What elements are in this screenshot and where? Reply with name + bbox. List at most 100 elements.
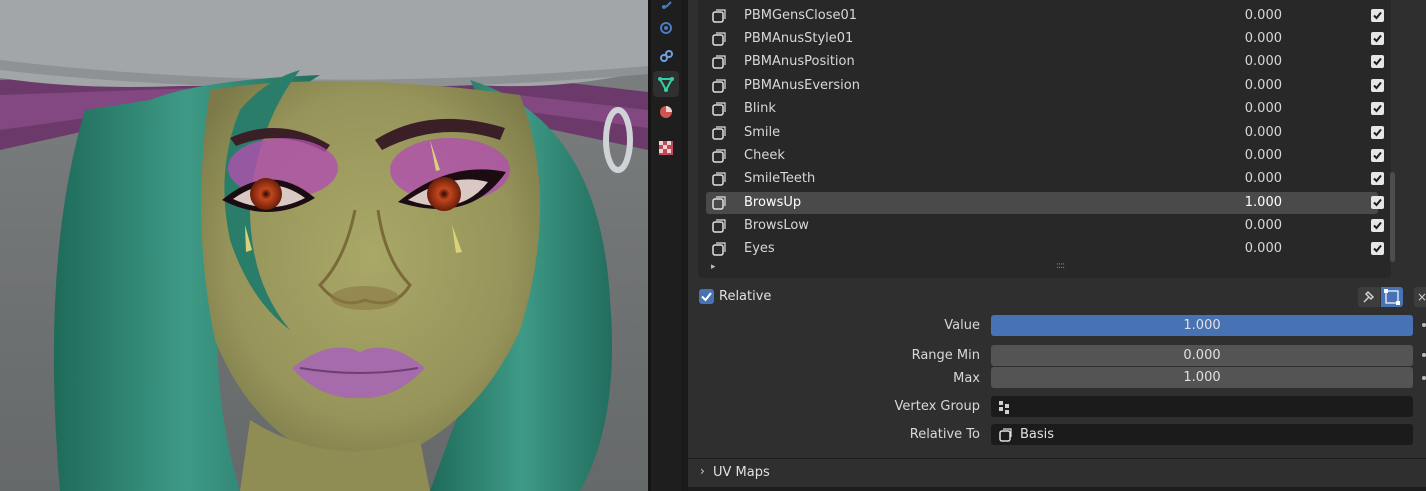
shape-key-mute-checkbox[interactable] <box>1371 219 1384 232</box>
uv-maps-label: UV Maps <box>713 465 770 480</box>
shape-key-value[interactable]: 1.000 <box>1206 195 1282 210</box>
shape-key-row[interactable]: BrowsLow 0.000 <box>706 215 1384 237</box>
shape-key-mute-checkbox[interactable] <box>1371 172 1384 185</box>
value-number: 1.000 <box>1183 318 1221 333</box>
shape-key-value[interactable]: 0.000 <box>1206 8 1282 23</box>
shape-keys-panel: PBMGensClose01 0.000 PBMAnusStyle01 0.000 PB… <box>688 0 1426 458</box>
value-slider[interactable]: 1.000 <box>991 315 1413 336</box>
shape-key-name[interactable]: Eyes <box>744 241 775 256</box>
shape-key-mute-checkbox[interactable] <box>1371 32 1384 45</box>
shape-key-row[interactable]: BrowsUp 1.000 <box>706 192 1384 214</box>
shape-key-value[interactable]: 0.000 <box>1206 241 1282 256</box>
shape-key-list[interactable]: PBMGensClose01 0.000 PBMAnusStyle01 0.000 PB… <box>698 0 1391 278</box>
shape-key-row[interactable]: PBMAnusStyle01 0.000 <box>706 28 1384 50</box>
texture-icon <box>659 141 673 155</box>
clear-button[interactable]: × <box>1414 287 1426 307</box>
value-label: Value <box>944 318 980 333</box>
shape-key-name[interactable]: Smile <box>744 125 780 140</box>
max-number: 1.000 <box>1183 370 1221 385</box>
tab-physics-field[interactable] <box>653 15 679 41</box>
shape-key-value[interactable]: 0.000 <box>1206 78 1282 93</box>
shape-key-icon <box>712 149 726 163</box>
tab-material[interactable] <box>653 99 679 125</box>
shape-key-icon <box>712 55 726 69</box>
shape-key-value[interactable]: 0.000 <box>1206 218 1282 233</box>
shape-key-value[interactable]: 0.000 <box>1206 171 1282 186</box>
tab-texture[interactable] <box>653 135 679 161</box>
shape-key-mute-checkbox[interactable] <box>1371 55 1384 68</box>
max-field[interactable]: 1.000 <box>991 367 1413 388</box>
shape-key-row[interactable]: PBMAnusPosition 0.000 <box>706 51 1384 73</box>
shape-key-value[interactable]: 0.000 <box>1206 125 1282 140</box>
tabs-separator <box>681 0 688 491</box>
range-min-field[interactable]: 0.000 <box>991 345 1413 366</box>
keyframe-dot[interactable] <box>1422 376 1426 380</box>
shape-key-icon <box>712 9 726 23</box>
keyframe-dot[interactable] <box>1422 323 1426 327</box>
shape-key-mute-checkbox[interactable] <box>1371 79 1384 92</box>
vertex-group-icon <box>999 401 1009 414</box>
relative-label: Relative <box>719 289 772 304</box>
checkmark-icon <box>1373 221 1382 230</box>
pin-icon <box>1363 290 1375 303</box>
shape-key-icon <box>712 242 726 256</box>
shape-key-icon <box>712 102 726 116</box>
relative-checkbox[interactable] <box>699 289 714 304</box>
shape-key-mute-checkbox[interactable] <box>1371 149 1384 162</box>
edit-mode-toggle[interactable] <box>1381 287 1403 307</box>
list-expand-toggle[interactable]: ▸ <box>711 262 716 272</box>
checkmark-icon <box>1373 198 1382 207</box>
shape-key-mute-checkbox[interactable] <box>1371 196 1384 209</box>
shape-key-name[interactable]: SmileTeeth <box>744 171 815 186</box>
shape-key-row[interactable]: PBMGensClose01 0.000 <box>706 5 1384 27</box>
shape-key-name[interactable]: PBMGensClose01 <box>744 8 857 23</box>
relative-to-field[interactable]: Basis <box>991 424 1413 445</box>
shape-key-row[interactable]: Cheek 0.000 <box>706 145 1384 167</box>
shape-key-row[interactable]: Smile 0.000 <box>706 122 1384 144</box>
shape-key-name[interactable]: Cheek <box>744 148 785 163</box>
shape-key-mute-checkbox[interactable] <box>1371 126 1384 139</box>
shape-key-icon <box>712 79 726 93</box>
properties-tabs <box>651 0 681 491</box>
keyframe-dot[interactable] <box>1422 353 1426 357</box>
shape-key-row[interactable]: Eyes 0.000 <box>706 238 1384 260</box>
range-min-label: Range Min <box>911 348 980 363</box>
character-render <box>0 0 648 491</box>
shape-key-name[interactable]: BrowsUp <box>744 195 801 210</box>
shape-key-icon <box>712 32 726 46</box>
shape-key-mute-checkbox[interactable] <box>1371 102 1384 115</box>
checkmark-icon <box>1373 244 1382 253</box>
shape-key-value[interactable]: 0.000 <box>1206 31 1282 46</box>
shape-key-icon <box>712 219 726 233</box>
3d-viewport[interactable] <box>0 0 648 491</box>
shape-key-icon <box>999 428 1012 442</box>
shape-key-name[interactable]: PBMAnusPosition <box>744 54 855 69</box>
tab-object-data[interactable] <box>653 71 679 97</box>
range-min-number: 0.000 <box>1183 348 1221 363</box>
uv-maps-panel-header[interactable] <box>688 459 1426 487</box>
shape-key-row[interactable]: SmileTeeth 0.000 <box>706 168 1384 190</box>
checkmark-icon <box>1373 174 1382 183</box>
shape-key-value[interactable]: 0.000 <box>1206 101 1282 116</box>
shape-key-value[interactable]: 0.000 <box>1206 148 1282 163</box>
shape-key-name[interactable]: PBMAnusStyle01 <box>744 31 853 46</box>
shape-key-name[interactable]: BrowsLow <box>744 218 809 233</box>
shape-key-row[interactable]: Blink 0.000 <box>706 98 1384 120</box>
shape-key-name[interactable]: Blink <box>744 101 776 116</box>
vertex-group-field[interactable] <box>991 396 1413 417</box>
shape-key-mute-checkbox[interactable] <box>1371 242 1384 255</box>
checkmark-icon <box>1373 11 1382 20</box>
list-scrollbar[interactable] <box>1390 172 1395 262</box>
shape-key-mute-checkbox[interactable] <box>1371 9 1384 22</box>
checkmark-icon <box>1373 81 1382 90</box>
shape-key-value[interactable]: 0.000 <box>1206 54 1282 69</box>
shape-lock-button[interactable] <box>1358 287 1380 307</box>
chevron-right-icon: › <box>700 464 705 478</box>
tab-constraints[interactable] <box>653 43 679 69</box>
shape-key-icon <box>712 196 726 210</box>
shape-key-name[interactable]: PBMAnusEversion <box>744 78 860 93</box>
shape-key-icon <box>712 172 726 186</box>
list-resize-grip[interactable]: :::: <box>1056 261 1065 271</box>
shape-key-row[interactable]: PBMAnusEversion 0.000 <box>706 75 1384 97</box>
relative-to-label: Relative To <box>909 427 980 442</box>
